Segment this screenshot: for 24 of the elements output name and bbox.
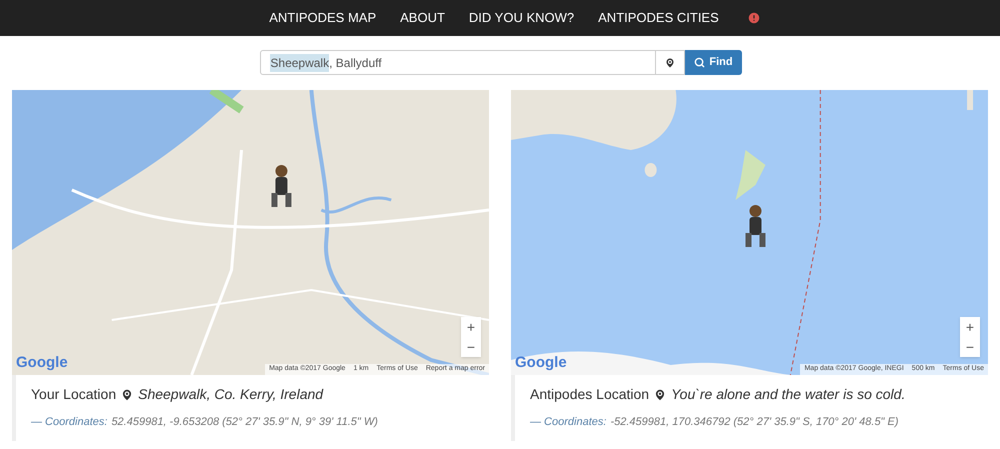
caption-label: Antipodes Location (530, 385, 650, 404)
caption-place: You`re alone and the water is so cold. (671, 385, 906, 404)
find-button[interactable]: Find (685, 50, 742, 75)
zoom-out-button[interactable]: − (461, 337, 481, 357)
coordinates-value: 52.459981, -9.653208 (52° 27' 35.9" N, 9° 39' 11.5" W) (111, 415, 378, 430)
alert-icon[interactable] (746, 11, 761, 25)
map-logo[interactable]: Google (515, 352, 567, 374)
caption-label: Your Location (31, 385, 116, 404)
map-pin-icon (653, 388, 668, 402)
nav-link[interactable]: ABOUT (400, 8, 445, 28)
map-pin-icon (664, 56, 676, 68)
coordinates-label: — Coordinates: (530, 415, 606, 430)
zoom-in-button[interactable]: + (960, 317, 980, 337)
nav-link[interactable]: ANTIPODES MAP (269, 8, 376, 28)
map-pin-icon (120, 388, 134, 402)
coordinates-value: -52.459981, 170.346792 (52° 27' 35.9" S, 170° 20' 48.5" E) (610, 415, 899, 430)
search-field[interactable]: Sheepwalk, Ballyduff (260, 50, 656, 75)
zoom-in-button[interactable]: + (461, 317, 481, 337)
search-icon (694, 57, 706, 68)
nav-link[interactable]: DID YOU KNOW? (468, 8, 574, 28)
coordinates-label: — Coordinates: (31, 415, 108, 430)
caption-place: Sheepwalk, Co. Kerry, Ireland (138, 385, 324, 404)
zoom-out-button[interactable]: − (960, 337, 980, 357)
nav-link[interactable]: ANTIPODES CITIES (598, 8, 719, 28)
